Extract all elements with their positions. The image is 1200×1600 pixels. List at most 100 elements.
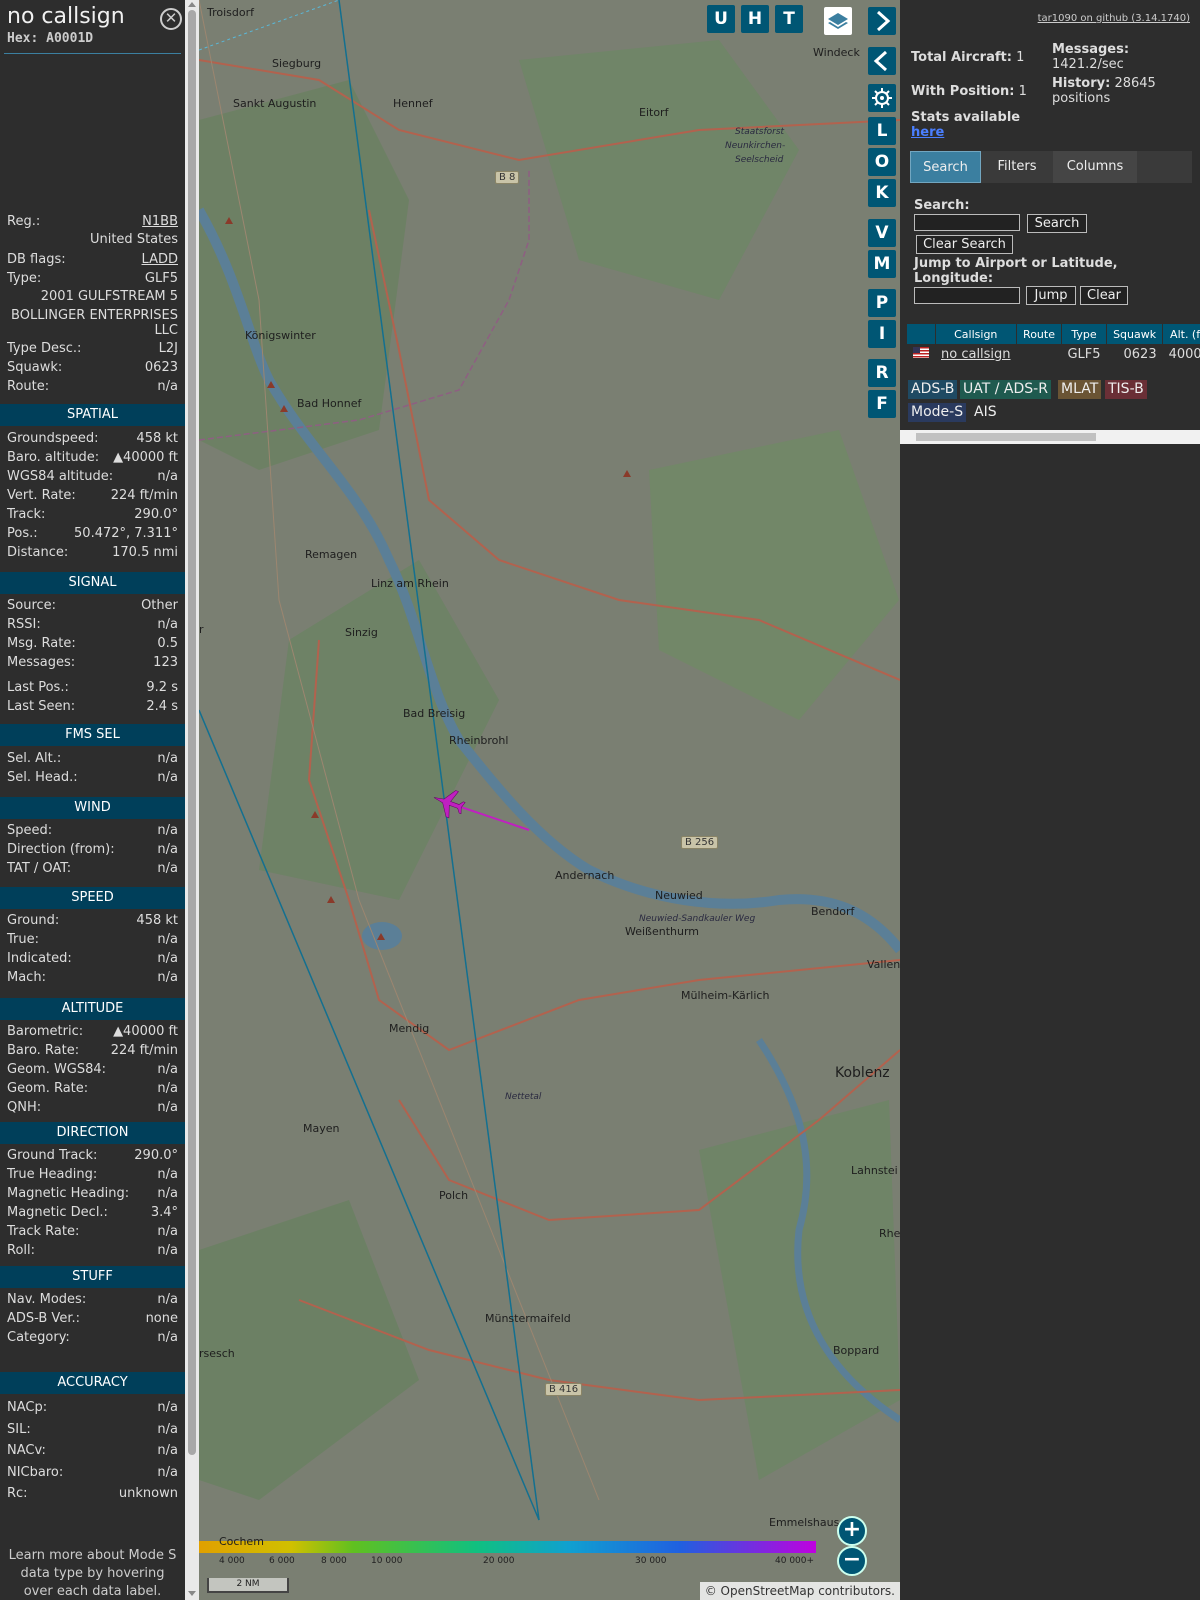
info-label[interactable]: Indicated: xyxy=(7,950,72,968)
info-label[interactable]: Sel. Head.: xyxy=(7,769,78,787)
table-horizontal-scrollbar[interactable] xyxy=(900,430,1200,444)
info-label[interactable]: TAT / OAT: xyxy=(7,860,71,878)
tab-search[interactable]: Search xyxy=(910,151,981,183)
info-label[interactable]: Distance: xyxy=(7,544,68,562)
column-type[interactable]: Type xyxy=(1061,324,1108,344)
section-header-accuracy[interactable]: ACCURACY xyxy=(0,1372,185,1394)
scrollbar-thumb[interactable] xyxy=(916,433,1096,441)
info-label[interactable]: Sel. Alt.: xyxy=(7,750,61,768)
zoom-out-icon[interactable]: − xyxy=(837,1546,867,1576)
info-scrollbar[interactable] xyxy=(185,0,199,1600)
source-ais[interactable]: AIS xyxy=(971,403,1000,422)
section-header-stuff[interactable]: STUFF xyxy=(0,1266,185,1288)
source-adsb[interactable]: ADS-B xyxy=(908,380,958,399)
jump-input[interactable] xyxy=(914,287,1020,304)
map-button-k[interactable]: K xyxy=(868,179,896,207)
info-label[interactable]: True: xyxy=(7,931,39,949)
info-label[interactable]: Direction (from): xyxy=(7,841,115,859)
info-label[interactable]: Source: xyxy=(7,597,56,615)
info-label[interactable]: Roll: xyxy=(7,1242,35,1260)
tab-filters[interactable]: Filters xyxy=(982,151,1052,183)
info-label[interactable]: Nav. Modes: xyxy=(7,1291,86,1309)
info-label[interactable]: QNH: xyxy=(7,1099,41,1117)
info-label[interactable]: Speed: xyxy=(7,822,52,840)
info-label[interactable]: NICbaro: xyxy=(7,1464,63,1482)
info-link[interactable]: LADD xyxy=(142,251,178,269)
source-tisb[interactable]: TIS-B xyxy=(1105,380,1147,399)
layers-icon[interactable] xyxy=(824,7,852,35)
search-input[interactable] xyxy=(914,214,1020,231)
map-view[interactable]: Troisdorf Siegburg Sankt Augustin Hennef Eit… xyxy=(199,0,900,1600)
info-label[interactable]: Messages: xyxy=(7,654,75,672)
column-squawk[interactable]: Squawk xyxy=(1106,324,1164,344)
zoom-in-icon[interactable]: + xyxy=(837,1516,867,1546)
map-button-h[interactable]: H xyxy=(741,5,769,33)
jump-button[interactable]: Jump xyxy=(1026,286,1076,305)
map-attribution[interactable]: © OpenStreetMap contributors. xyxy=(699,1582,900,1600)
map-button-v[interactable]: V xyxy=(868,219,896,247)
section-header-signal[interactable]: SIGNAL xyxy=(0,572,185,594)
info-label[interactable]: Ground: xyxy=(7,912,59,930)
info-label[interactable]: Vert. Rate: xyxy=(7,487,76,505)
section-header-wind[interactable]: WIND xyxy=(0,797,185,819)
section-header-direction[interactable]: DIRECTION xyxy=(0,1122,185,1144)
info-label[interactable]: NACv: xyxy=(7,1442,46,1460)
stats-link[interactable]: here xyxy=(911,125,944,140)
info-label[interactable]: Magnetic Heading: xyxy=(7,1185,129,1203)
collapse-left-icon[interactable] xyxy=(868,47,896,75)
map-button-m[interactable]: M xyxy=(868,250,896,278)
info-label[interactable]: True Heading: xyxy=(7,1166,97,1184)
info-label[interactable]: Category: xyxy=(7,1329,70,1347)
info-label[interactable]: RSSI: xyxy=(7,616,41,634)
info-label[interactable]: Track: xyxy=(7,506,45,524)
column-callsign[interactable]: Callsign xyxy=(935,324,1018,344)
info-label[interactable]: ADS-B Ver.: xyxy=(7,1310,80,1328)
info-label[interactable]: Baro. Rate: xyxy=(7,1042,79,1060)
table-row[interactable]: no callsign GLF5 0623 40000 xyxy=(907,344,1200,364)
scroll-up-arrow-icon[interactable] xyxy=(188,2,196,7)
settings-gear-icon[interactable] xyxy=(868,84,896,112)
info-label[interactable]: Rc: xyxy=(7,1485,28,1503)
map-button-l[interactable]: L xyxy=(868,117,896,145)
clear-button[interactable]: Clear xyxy=(1080,286,1128,305)
section-header-altitude[interactable]: ALTITUDE xyxy=(0,998,185,1020)
section-header-fms[interactable]: FMS SEL xyxy=(0,724,185,746)
map-button-t[interactable]: T xyxy=(775,5,803,33)
info-link[interactable]: N1BB xyxy=(142,213,178,231)
info-label[interactable]: Groundspeed: xyxy=(7,430,98,448)
map-button-f[interactable]: F xyxy=(868,390,896,418)
info-label[interactable]: SIL: xyxy=(7,1421,31,1439)
scrollbar-thumb[interactable] xyxy=(188,10,196,1455)
section-header-spatial[interactable]: SPATIAL xyxy=(0,404,185,426)
info-label[interactable]: NACp: xyxy=(7,1399,47,1417)
github-link[interactable]: tar1090 on github (3.14.1740) xyxy=(1038,13,1190,24)
info-label[interactable]: Msg. Rate: xyxy=(7,635,76,653)
info-label[interactable]: Last Seen: xyxy=(7,698,75,716)
clear-search-button[interactable]: Clear Search xyxy=(916,235,1013,254)
info-label[interactable]: WGS84 altitude: xyxy=(7,468,113,486)
row-callsign[interactable]: no callsign xyxy=(935,344,1017,364)
map-button-r[interactable]: R xyxy=(868,359,896,387)
info-label[interactable]: Last Pos.: xyxy=(7,679,69,697)
info-label[interactable]: Geom. WGS84: xyxy=(7,1061,106,1079)
info-label[interactable]: Track Rate: xyxy=(7,1223,79,1241)
search-button[interactable]: Search xyxy=(1027,214,1087,233)
info-label[interactable]: Magnetic Decl.: xyxy=(7,1204,108,1222)
map-button-o[interactable]: O xyxy=(868,148,896,176)
expand-right-icon[interactable] xyxy=(868,7,896,35)
scroll-down-arrow-icon[interactable] xyxy=(188,1591,196,1596)
map-button-i[interactable]: I xyxy=(868,320,896,348)
info-label[interactable]: Barometric: xyxy=(7,1023,83,1041)
column-altitude[interactable]: Alt. (ft) xyxy=(1162,324,1200,344)
column-route[interactable]: Route xyxy=(1016,324,1062,344)
info-label[interactable]: Mach: xyxy=(7,969,46,987)
map-button-u[interactable]: U xyxy=(707,5,735,33)
map-button-p[interactable]: P xyxy=(868,289,896,317)
info-label[interactable]: Baro. altitude: xyxy=(7,449,99,467)
info-label[interactable]: Ground Track: xyxy=(7,1147,97,1165)
tab-columns[interactable]: Columns xyxy=(1053,151,1137,183)
source-uat[interactable]: UAT / ADS-R xyxy=(960,380,1051,399)
close-icon[interactable]: ✕ xyxy=(160,8,182,30)
source-mlat[interactable]: MLAT xyxy=(1058,380,1102,399)
section-header-speed[interactable]: SPEED xyxy=(0,887,185,909)
